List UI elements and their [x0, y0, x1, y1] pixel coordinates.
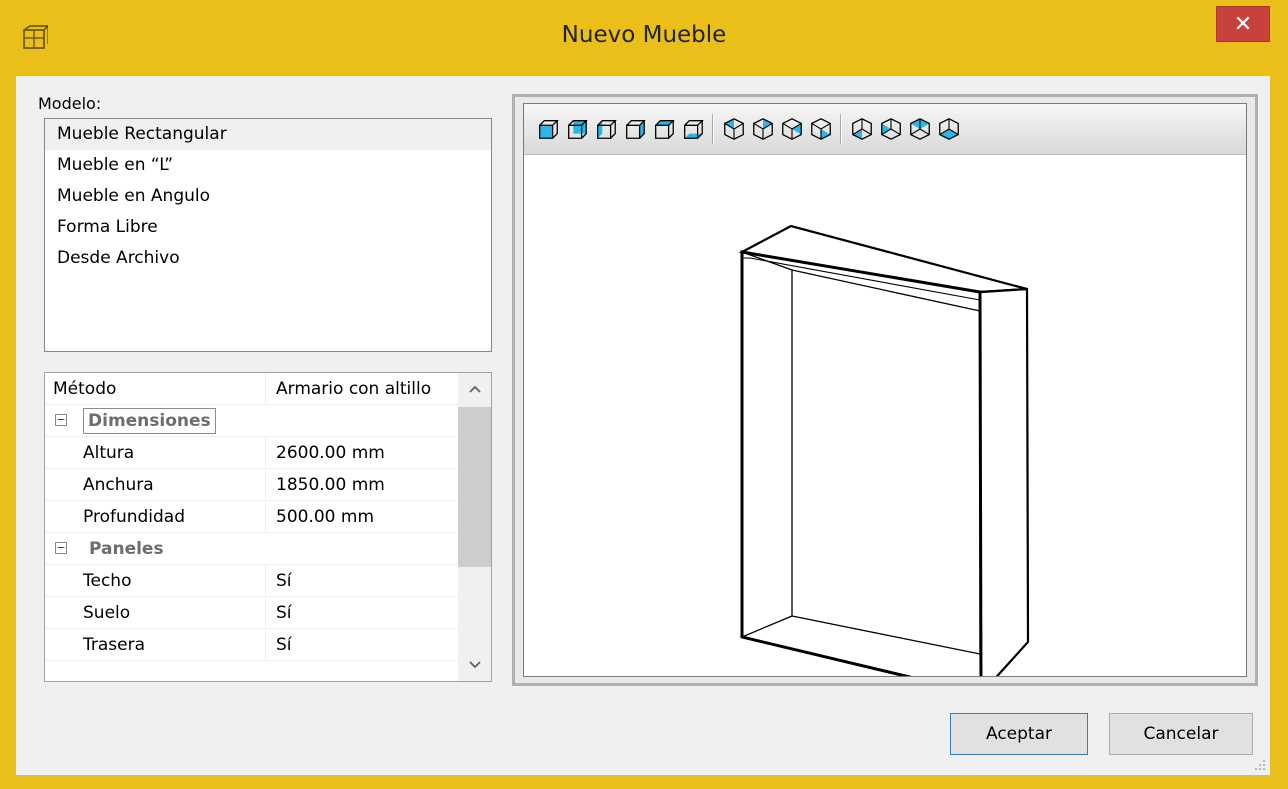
scroll-up-button[interactable] [458, 373, 491, 405]
modelo-label: Modelo: [38, 94, 102, 113]
category-label-dimensiones: Dimensiones [83, 408, 216, 434]
grid-header-row[interactable]: Método Armario con altillo [45, 373, 458, 405]
view-left-icon [597, 120, 617, 139]
iso-view-8-button[interactable] [937, 116, 961, 142]
category-paneles[interactable]: − Paneles [45, 533, 458, 565]
view-toolbar [524, 104, 1246, 155]
category-label-paneles: Paneles [89, 539, 164, 559]
iso-view-8-icon [939, 118, 959, 140]
property-value[interactable]: Sí [265, 629, 456, 661]
property-value[interactable]: Sí [265, 597, 456, 629]
property-name: Anchura [83, 475, 154, 495]
list-item-desde-archivo[interactable]: Desde Archivo [45, 243, 491, 274]
property-value[interactable]: 1850.00 mm [265, 469, 456, 501]
view-top-button[interactable] [652, 116, 676, 142]
iso-view-2-icon [753, 118, 773, 140]
property-value[interactable]: Sí [265, 565, 456, 597]
scroll-down-button[interactable] [458, 649, 491, 681]
iso-view-6-button[interactable] [879, 116, 903, 142]
metodo-label: Método [53, 379, 117, 399]
resize-grip-icon[interactable] [1254, 759, 1266, 771]
accept-button[interactable]: Aceptar [950, 713, 1088, 755]
close-button[interactable]: ✕ [1216, 6, 1270, 42]
modelo-listbox[interactable]: Mueble Rectangular Mueble en “L” Mueble … [44, 118, 492, 352]
property-name: Profundidad [83, 507, 186, 527]
iso-view-7-icon [910, 118, 930, 140]
dialog-body: Modelo: Mueble Rectangular Mueble en “L”… [16, 76, 1270, 775]
preview-panel [512, 94, 1258, 697]
toolbar-separator [712, 114, 714, 144]
iso-view-4-icon [811, 118, 831, 140]
property-name: Suelo [83, 603, 131, 623]
title-bar[interactable]: Nuevo Mueble ✕ [0, 0, 1288, 76]
view-left-button[interactable] [594, 116, 618, 142]
property-row-altura[interactable]: Altura 2600.00 mm [45, 437, 458, 469]
chevron-up-icon [468, 385, 481, 393]
wardrobe-drawing [738, 224, 1030, 697]
iso-view-1-icon [724, 118, 744, 140]
category-dimensiones[interactable]: − Dimensiones [45, 405, 458, 437]
toolbar-separator [840, 114, 842, 144]
iso-view-7-button[interactable] [908, 116, 932, 142]
collapse-icon[interactable]: − [55, 542, 67, 554]
property-name: Techo [83, 571, 132, 591]
window-title: Nuevo Mueble [561, 22, 727, 48]
scrollbar-thumb[interactable] [458, 407, 491, 567]
property-row-profundidad[interactable]: Profundidad 500.00 mm [45, 501, 458, 533]
property-value[interactable]: 500.00 mm [265, 501, 456, 533]
furniture-3d-view[interactable] [524, 154, 1246, 697]
view-front-button[interactable] [536, 116, 560, 142]
property-name: Altura [83, 443, 135, 463]
view-bottom-button[interactable] [681, 116, 705, 142]
view-front-icon [539, 120, 559, 139]
view-top-icon [655, 120, 675, 139]
dialog-window: Nuevo Mueble ✕ Modelo: Mueble Rectangula… [0, 0, 1288, 789]
close-icon: ✕ [1233, 11, 1253, 37]
property-value[interactable]: 2600.00 mm [265, 437, 456, 469]
cancel-button[interactable]: Cancelar [1109, 713, 1253, 755]
property-row-techo[interactable]: Techo Sí [45, 565, 458, 597]
property-grid[interactable]: Método Armario con altillo − Dimensiones… [44, 372, 492, 682]
list-item-mueble-rectangular[interactable]: Mueble Rectangular [45, 119, 491, 150]
metodo-value[interactable]: Armario con altillo [265, 373, 456, 405]
iso-view-5-button[interactable] [850, 116, 874, 142]
property-row-suelo[interactable]: Suelo Sí [45, 597, 458, 629]
iso-view-3-icon [782, 118, 802, 140]
property-name: Trasera [83, 635, 146, 655]
view-back-button[interactable] [565, 116, 589, 142]
view-right-icon [626, 120, 646, 139]
list-item-mueble-en-l[interactable]: Mueble en “L” [45, 150, 491, 181]
collapse-icon[interactable]: − [55, 414, 67, 426]
list-item-forma-libre[interactable]: Forma Libre [45, 212, 491, 243]
iso-view-3-button[interactable] [780, 116, 804, 142]
iso-view-5-icon [852, 118, 872, 140]
preview-viewport[interactable] [523, 103, 1247, 697]
iso-view-1-button[interactable] [722, 116, 746, 142]
property-row-anchura[interactable]: Anchura 1850.00 mm [45, 469, 458, 501]
view-right-button[interactable] [623, 116, 647, 142]
iso-view-6-icon [881, 118, 901, 140]
list-item-mueble-en-angulo[interactable]: Mueble en Angulo [45, 181, 491, 212]
view-bottom-icon [684, 120, 704, 139]
property-row-trasera[interactable]: Trasera Sí [45, 629, 458, 661]
chevron-down-icon [468, 661, 481, 669]
iso-view-4-button[interactable] [809, 116, 833, 142]
vertical-scrollbar[interactable] [458, 373, 491, 681]
iso-view-2-button[interactable] [751, 116, 775, 142]
view-back-icon [568, 120, 588, 139]
